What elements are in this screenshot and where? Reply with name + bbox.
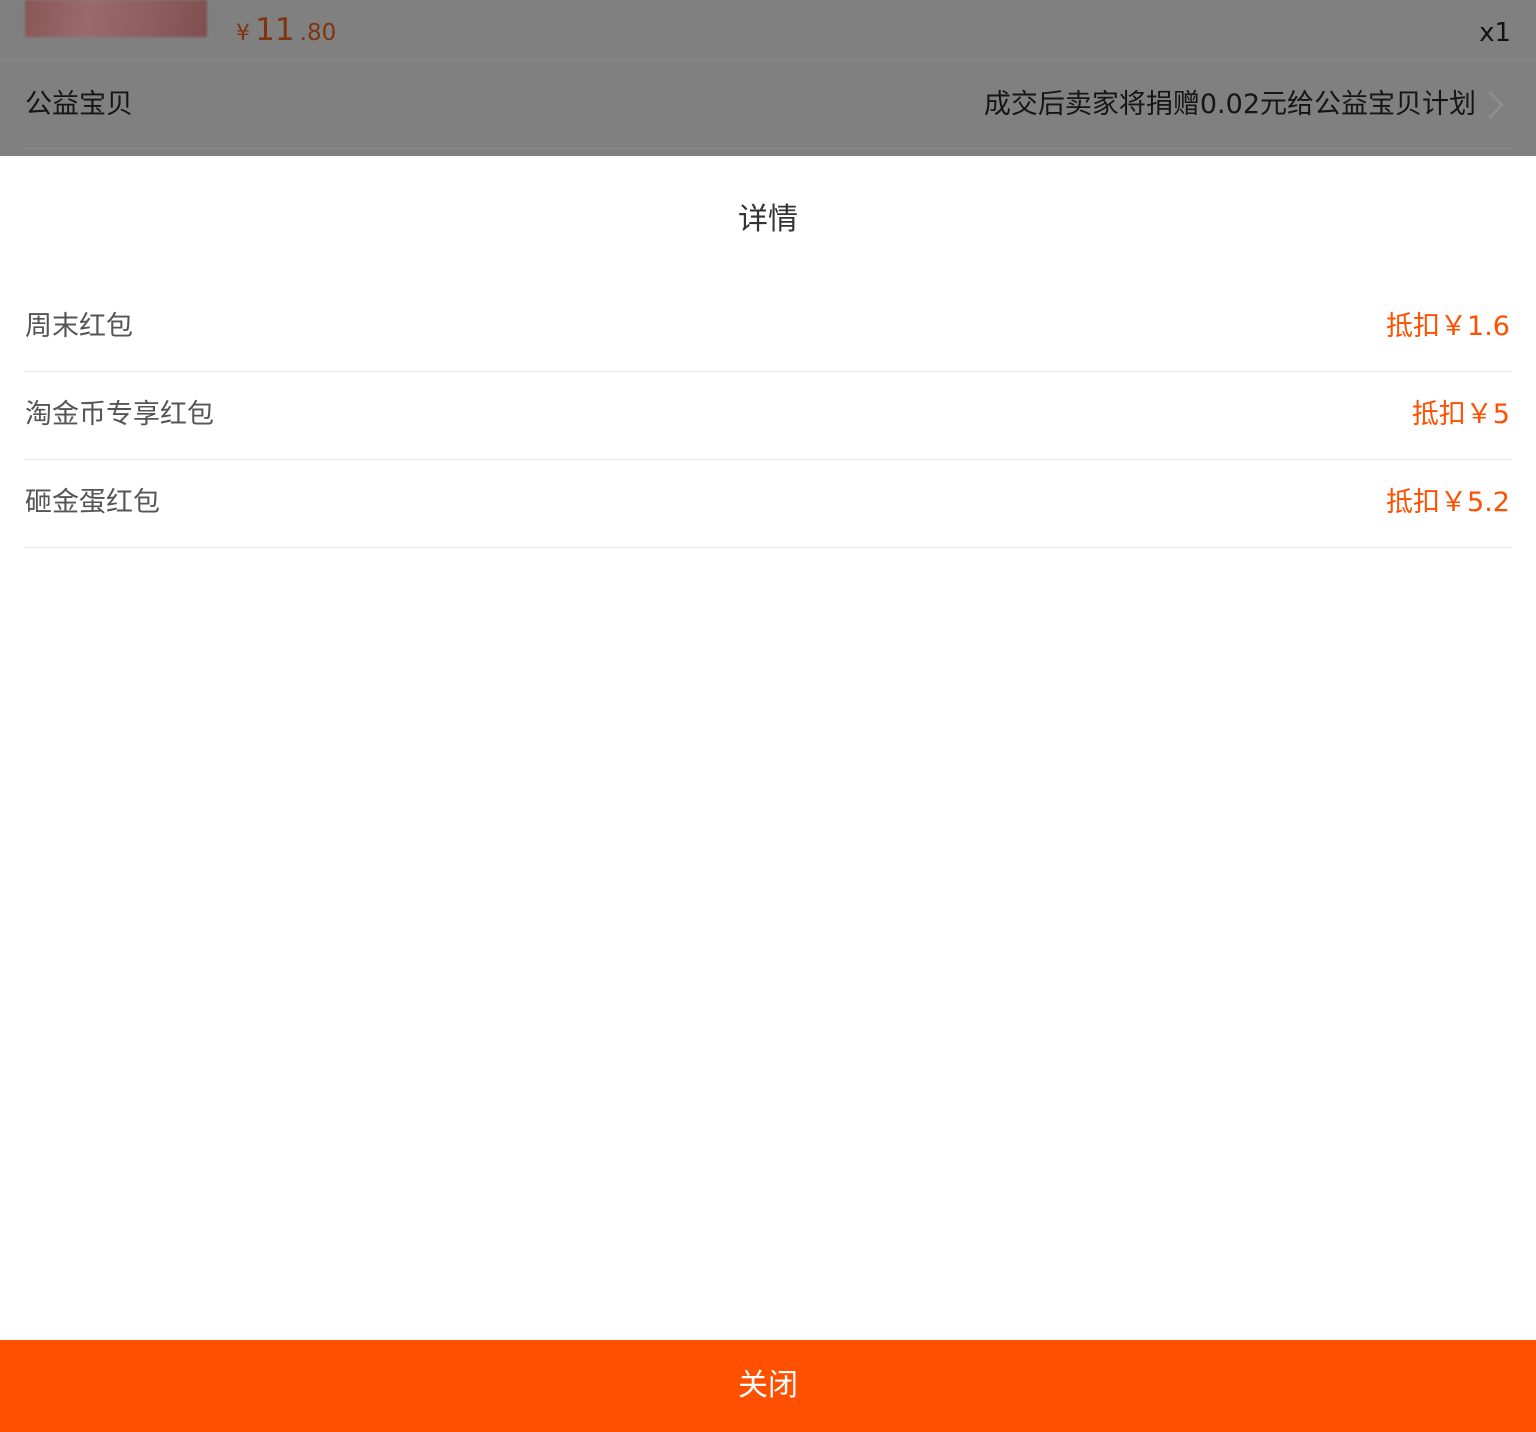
product-thumbnail — [25, 0, 207, 37]
details-sheet: 详情 周末红包 抵扣￥1.6 淘金币专享红包 抵扣￥5 砸金蛋红包 抵扣￥5.2… — [0, 156, 1536, 1432]
discount-value: 抵扣￥5.2 — [1386, 487, 1510, 518]
background-page: ¥ 11 .80 x1 公益宝贝 成交后卖家将捐赠0.02元给公益宝贝计划 — [0, 0, 1536, 156]
chevron-right-icon — [1488, 91, 1504, 119]
discount-row-golden-egg: 砸金蛋红包 抵扣￥5.2 — [24, 460, 1512, 548]
product-price: ¥ 11 .80 — [236, 10, 336, 50]
order-item-row: ¥ 11 .80 x1 — [0, 0, 1536, 60]
price-currency: ¥ — [236, 21, 250, 46]
charity-label: 公益宝贝 — [25, 89, 133, 120]
charity-description: 成交后卖家将捐赠0.02元给公益宝贝计划 — [983, 89, 1476, 120]
sheet-title: 详情 — [738, 202, 798, 237]
discount-row-weekend: 周末红包 抵扣￥1.6 — [24, 284, 1512, 372]
price-decimal: .80 — [299, 20, 337, 46]
close-button[interactable]: 关闭 — [0, 1340, 1536, 1432]
product-quantity: x1 — [1479, 18, 1511, 48]
charity-row[interactable]: 公益宝贝 成交后卖家将捐赠0.02元给公益宝贝计划 — [0, 61, 1536, 149]
discount-label: 淘金币专享红包 — [25, 399, 214, 430]
discount-label: 周末红包 — [25, 311, 133, 342]
discount-label: 砸金蛋红包 — [25, 487, 160, 518]
discount-list: 周末红包 抵扣￥1.6 淘金币专享红包 抵扣￥5 砸金蛋红包 抵扣￥5.2 — [24, 284, 1512, 548]
discount-value: 抵扣￥5 — [1411, 399, 1510, 430]
divider — [24, 148, 1512, 149]
price-integer: 11 — [255, 12, 295, 48]
discount-row-taojinbi: 淘金币专享红包 抵扣￥5 — [24, 372, 1512, 460]
discount-value: 抵扣￥1.6 — [1386, 311, 1510, 342]
